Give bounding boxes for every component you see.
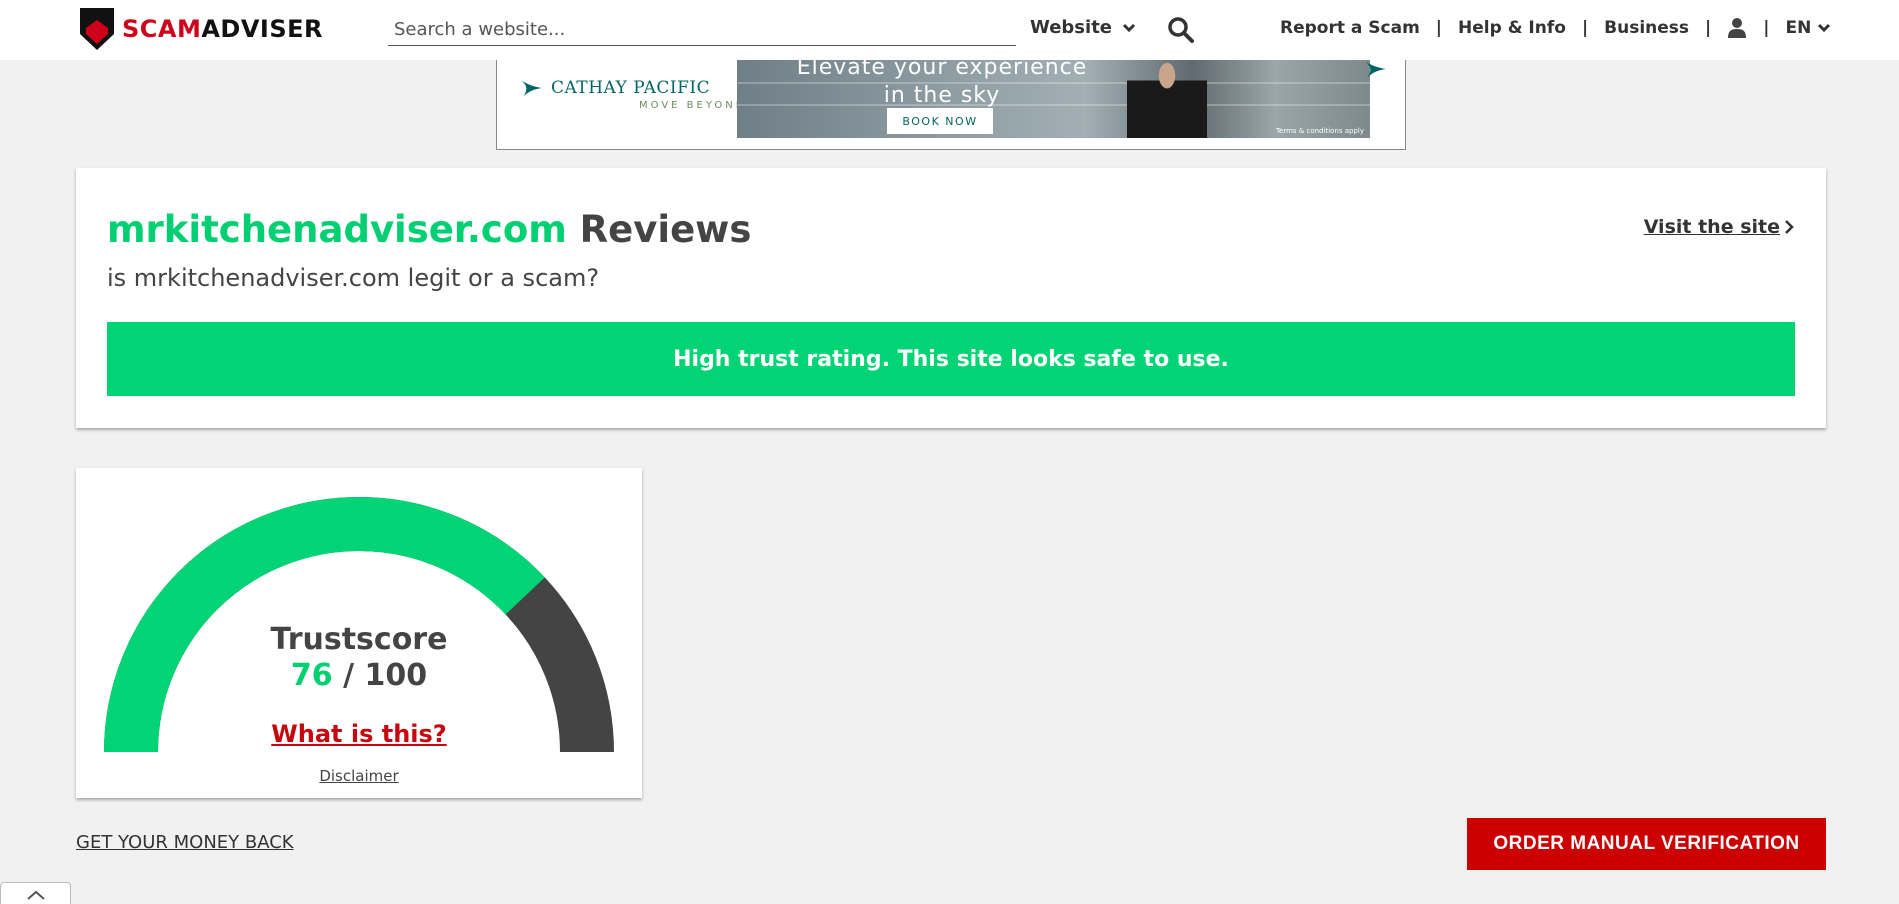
search-box xyxy=(388,14,1016,46)
page-subtitle: is mrkitchenadviser.com legit or a scam? xyxy=(107,264,600,292)
trustscore-separator: / xyxy=(332,658,365,693)
trust-rating-banner: High trust rating. This site looks safe … xyxy=(107,322,1795,396)
visit-site-label: Visit the site xyxy=(1643,216,1780,238)
nav-separator: | xyxy=(1705,18,1712,38)
ad-terms: Terms & conditions apply xyxy=(1275,127,1364,135)
chevron-down-icon xyxy=(1818,23,1831,33)
review-card: mrkitchenadviser.com Reviews is mrkitche… xyxy=(76,168,1826,428)
ad-photo: Elevate your experience in the sky BOOK … xyxy=(737,60,1370,138)
title-suffix: Reviews xyxy=(566,208,752,251)
search-button[interactable] xyxy=(1166,15,1196,45)
logo-word-adviser: ADVISER xyxy=(201,15,324,43)
logo-wordmark: SCAMADVISER xyxy=(122,15,323,43)
ad-headline: Elevate your experience in the sky xyxy=(737,60,1147,110)
nav-business[interactable]: Business xyxy=(1604,18,1689,38)
nav-separator: | xyxy=(1763,18,1770,38)
trustscore-value: 76 / 100 xyxy=(76,658,642,693)
ad-choices-arrow-icon[interactable] xyxy=(1365,60,1387,78)
trustscore-card: Trustscore 76 / 100 What is this? Discla… xyxy=(76,468,642,798)
search-type-select[interactable]: Website xyxy=(1030,17,1136,38)
trustscore-label: Trustscore xyxy=(270,622,448,657)
language-label: EN xyxy=(1785,18,1812,38)
language-select[interactable]: EN xyxy=(1785,18,1831,38)
main-nav: Report a Scam | Help & Info | Business |… xyxy=(1280,17,1831,39)
visit-site-link[interactable]: Visit the site xyxy=(1644,216,1794,238)
ad-headline-line1: Elevate your experience xyxy=(796,60,1088,80)
site-domain: mrkitchenadviser.com xyxy=(107,208,567,251)
nav-help-info[interactable]: Help & Info xyxy=(1458,18,1566,38)
logo-word-scam: SCAM xyxy=(122,15,202,43)
chevron-down-icon xyxy=(1122,23,1136,32)
user-icon[interactable] xyxy=(1727,17,1747,39)
search-icon xyxy=(1168,17,1194,43)
what-is-this-link[interactable]: What is this? xyxy=(76,720,642,748)
ad-brand-text: CATHAY PACIFIC xyxy=(551,78,711,98)
chevron-right-icon xyxy=(1785,220,1794,234)
trustscore-max: 100 xyxy=(364,658,428,693)
brushwing-logo-icon xyxy=(522,81,542,96)
search-input[interactable] xyxy=(388,14,1016,45)
ad-banner[interactable]: CATHAY PACIFIC MOVE BEYOND Elevate your … xyxy=(496,60,1406,150)
money-back-link[interactable]: GET YOUR MONEY BACK xyxy=(76,832,294,853)
site-logo[interactable]: SCAMADVISER xyxy=(78,6,323,52)
nav-report-scam[interactable]: Report a Scam xyxy=(1280,18,1420,38)
chevron-up-icon xyxy=(26,890,45,900)
top-header: SCAMADVISER Website Report a Scam | Help… xyxy=(0,0,1899,60)
page-title: mrkitchenadviser.com Reviews xyxy=(107,208,751,251)
ad-tagline: MOVE BEYOND xyxy=(639,100,747,111)
ad-brand: CATHAY PACIFIC MOVE BEYOND xyxy=(521,78,746,111)
order-verification-button[interactable]: ORDER MANUAL VERIFICATION xyxy=(1467,818,1826,870)
scroll-top-button[interactable] xyxy=(0,882,71,904)
trustscore-number: 76 xyxy=(290,658,333,693)
nav-separator: | xyxy=(1581,18,1589,38)
ad-book-now-button[interactable]: BOOK NOW xyxy=(887,108,993,134)
shield-logo-icon xyxy=(80,8,114,50)
disclaimer-link[interactable]: Disclaimer xyxy=(76,767,642,785)
nav-separator: | xyxy=(1435,18,1443,38)
search-type-label: Website xyxy=(1030,17,1113,38)
ad-brand-name: CATHAY PACIFIC xyxy=(521,78,746,98)
ad-headline-line2: in the sky xyxy=(883,83,1001,108)
